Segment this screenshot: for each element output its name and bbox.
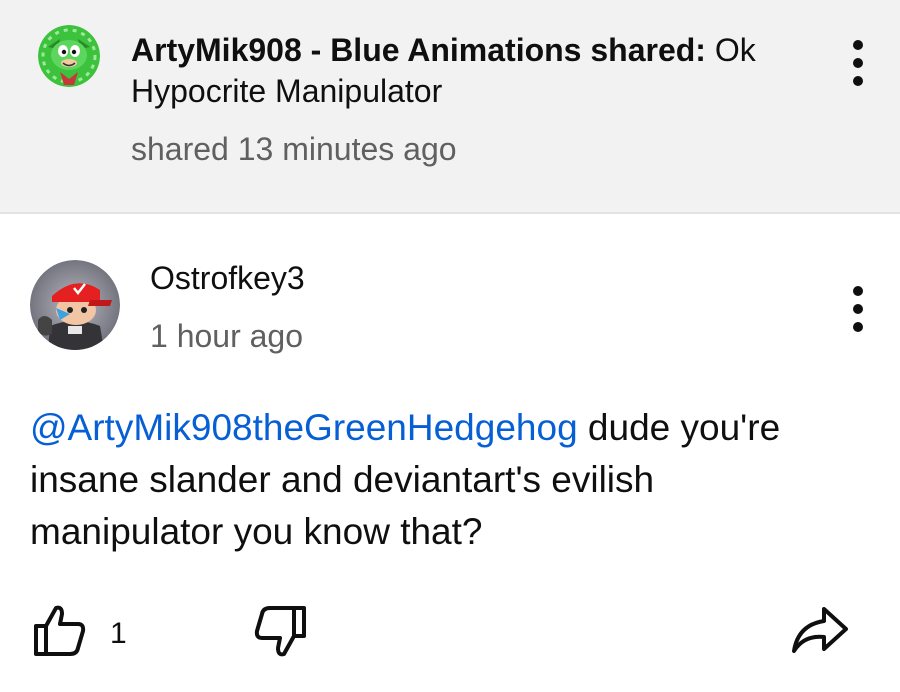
channel-name[interactable]: ArtyMik908 - Blue Animations shared:: [131, 32, 706, 68]
comment-text: @ArtyMik908theGreenHedgehog dude you're …: [30, 402, 850, 558]
channel-avatar[interactable]: [38, 25, 100, 87]
share-button[interactable]: [790, 603, 850, 664]
comment-timestamp: 1 hour ago: [150, 318, 304, 354]
thumbs-down-icon: [254, 606, 306, 657]
like-count: 1: [110, 617, 127, 650]
like-button[interactable]: [32, 602, 88, 663]
red-cap-character-avatar-icon: [30, 260, 120, 350]
comment-more-button[interactable]: [843, 280, 873, 340]
commenter-avatar[interactable]: [30, 260, 120, 350]
share-more-button[interactable]: [843, 34, 873, 94]
dislike-button[interactable]: [252, 602, 308, 667]
comment-author[interactable]: Ostrofkey3: [150, 258, 305, 298]
green-hedgehog-avatar-icon: [38, 25, 100, 87]
mention-link[interactable]: @ArtyMik908theGreenHedgehog: [30, 407, 578, 448]
share-notification[interactable]: ArtyMik908 - Blue Animations shared: Ok …: [0, 0, 900, 214]
thumbs-up-icon: [34, 605, 86, 656]
share-timestamp: shared 13 minutes ago: [131, 131, 457, 167]
share-arrow-icon: [792, 607, 848, 653]
share-text: ArtyMik908 - Blue Animations shared: Ok …: [131, 30, 811, 112]
